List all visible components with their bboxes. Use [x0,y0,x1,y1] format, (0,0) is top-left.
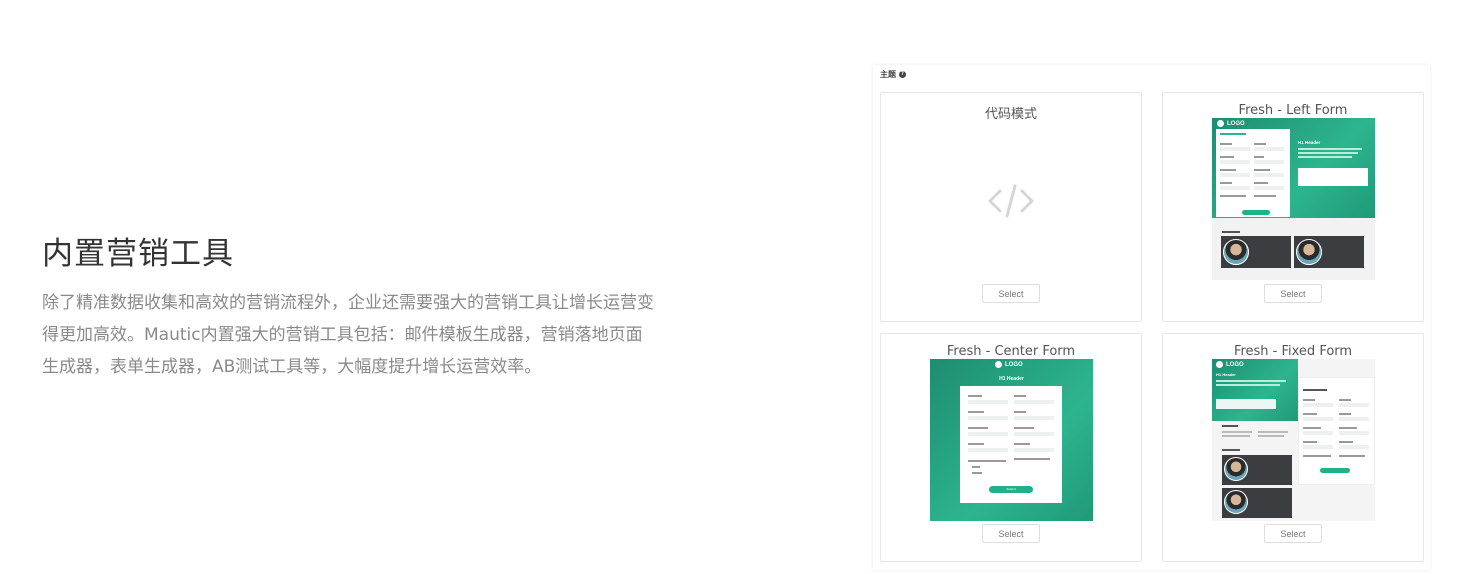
theme-card-fresh-center-form[interactable]: Fresh - Center Form LOGO H1 Header Submi… [880,333,1142,562]
logo-text: LOGO [1005,361,1023,368]
fresh-fixed-form-thumbnail: LOGO H1 Header [1212,359,1375,521]
theme-card-code-mode[interactable]: 代码模式 Select [880,92,1142,322]
fresh-left-form-thumbnail: LOGO H1 Header [1212,118,1375,280]
submit-text: Submit [1006,487,1016,491]
theme-card-title: Fresh - Left Form [1238,103,1348,118]
logo-thumb: LOGO [995,361,1023,368]
fresh-center-form-thumbnail: LOGO H1 Header Submit [930,359,1093,521]
logo-text: LOGO [1226,361,1244,368]
feature-section: 内置营销工具 除了精准数据收集和高效的营销流程外，企业还需要强大的营销工具让增长… [42,228,732,383]
code-icon [988,184,1034,218]
logo-thumb: LOGO [1217,120,1245,127]
theme-card-fresh-left-form[interactable]: Fresh - Left Form LOGO H1 Header Select [1162,92,1424,322]
description-line-2: 得更加高效。Mautic内置强大的营销工具包括：邮件模板生成器，营销落地页面 [42,325,643,345]
theme-label: 主题 ? [880,69,906,80]
select-button[interactable]: Select [1264,284,1322,303]
h1-header-text: H1 Header [999,376,1024,382]
description-line-3: 生成器，表单生成器，AB测试工具等，大幅度提升增长运营效率。 [42,357,542,377]
description-line-1: 除了精准数据收集和高效的营销流程外，企业还需要强大的营销工具让增长运营变 [42,293,654,313]
select-button[interactable]: Select [982,524,1040,543]
select-button[interactable]: Select [1264,524,1322,543]
select-button[interactable]: Select [982,284,1040,303]
h1-header-text: H1 Header [1298,140,1321,145]
theme-card-title: 代码模式 [984,107,1037,122]
theme-card-title: Fresh - Center Form [946,344,1076,359]
logo-text: LOGO [1227,120,1245,127]
question-circle-icon[interactable]: ? [899,71,906,78]
theme-card-title: Fresh - Fixed Form [1233,344,1353,359]
theme-label-text: 主题 [880,70,896,79]
theme-panel: 主题 ? 代码模式 Select Fresh - Left Form LOGO [873,65,1430,570]
feature-title: 内置营销工具 [42,236,234,272]
feature-description: 除了精准数据收集和高效的营销流程外，企业还需要强大的营销工具让增长运营变 得更加… [42,287,732,383]
logo-thumb: LOGO [1216,361,1244,368]
theme-card-fresh-fixed-form[interactable]: Fresh - Fixed Form LOGO H1 Header Select [1162,333,1424,562]
h1-header-text: H1 Header [1216,372,1236,377]
